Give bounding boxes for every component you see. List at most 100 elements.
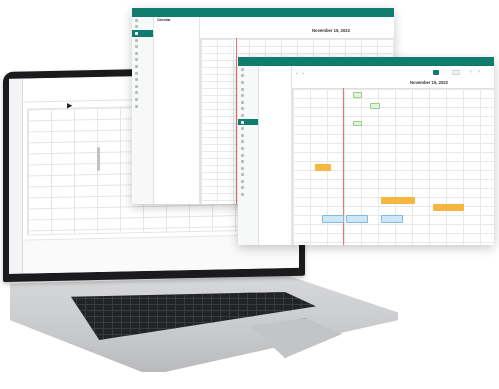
prev-arrow-icon[interactable]: ‹ [296, 71, 298, 77]
primary-action-button[interactable] [433, 70, 439, 75]
chevron-right-icon[interactable]: › [478, 69, 480, 75]
nav-icon [135, 71, 138, 75]
front-sidebar-item[interactable] [238, 132, 258, 139]
back-sidebar-item[interactable] [132, 70, 153, 77]
front-app-window: ‹ › ‹ › November 15, 2022 [238, 57, 494, 245]
front-sidebar-item[interactable] [238, 106, 258, 113]
front-sidebar-item[interactable] [238, 99, 258, 106]
nav-icon [241, 107, 244, 111]
front-sidebar-item[interactable] [238, 125, 258, 132]
back-sidebar-item[interactable] [132, 30, 153, 37]
nav-icon [241, 94, 244, 98]
back-date-title: November 15, 2022 [312, 28, 350, 33]
nav-icon [135, 104, 138, 108]
nav-icon [241, 67, 244, 71]
front-sidebar-item[interactable] [238, 178, 258, 185]
back-sidebar-item[interactable] [132, 24, 153, 31]
nav-icon [241, 186, 244, 190]
calendar-event[interactable] [433, 204, 464, 211]
next-arrow-icon[interactable]: › [302, 71, 304, 77]
calendar-event[interactable] [381, 215, 403, 223]
front-sidebar [238, 66, 259, 245]
front-sidebar-item[interactable] [238, 118, 258, 126]
front-filter-panel [259, 66, 292, 245]
front-sidebar-item[interactable] [238, 86, 258, 93]
mouse-cursor-icon: ▶ [67, 101, 73, 110]
nav-icon [241, 193, 244, 197]
front-sidebar-item[interactable] [238, 139, 258, 146]
laptop-base [10, 276, 398, 372]
back-sidebar-item[interactable] [132, 83, 153, 90]
back-sidebar-item[interactable] [132, 76, 153, 83]
back-sidebar-item[interactable] [132, 63, 153, 70]
nav-icon [241, 100, 244, 104]
back-sidebar-item[interactable] [132, 90, 153, 97]
chevron-left-icon[interactable]: ‹ [470, 69, 472, 75]
calendar-event[interactable] [346, 215, 368, 223]
back-sidebar-item[interactable] [132, 57, 153, 64]
front-sidebar-item[interactable] [238, 165, 258, 172]
nav-icon [135, 38, 138, 42]
front-sidebar-item[interactable] [238, 66, 258, 73]
front-sidebar-item[interactable] [238, 92, 258, 99]
today-button[interactable] [452, 70, 460, 75]
nav-icon [135, 58, 138, 62]
laptop-app-rail [9, 78, 23, 274]
nav-icon [135, 91, 138, 95]
nav-icon [241, 74, 244, 78]
front-filter-title [259, 66, 291, 72]
nav-icon [241, 160, 244, 164]
calendar-event[interactable] [353, 121, 362, 126]
back-filter-panel: Calendar [154, 17, 200, 204]
back-sidebar-item[interactable] [132, 103, 153, 110]
front-sidebar-item[interactable] [238, 152, 258, 159]
filter-row[interactable] [154, 53, 199, 59]
nav-icon [241, 127, 244, 131]
calendar-event[interactable] [353, 92, 362, 98]
nav-icon [135, 84, 138, 88]
nav-icon [241, 140, 244, 144]
back-sidebar [132, 17, 154, 204]
nav-icon [135, 64, 138, 68]
back-sidebar-item[interactable] [132, 50, 153, 57]
nav-icon [241, 173, 244, 177]
front-sidebar-item[interactable] [238, 112, 258, 119]
nav-icon [135, 31, 138, 35]
back-now-line [236, 38, 237, 204]
front-sidebar-item[interactable] [238, 73, 258, 80]
nav-icon [241, 87, 244, 91]
nav-icon [241, 120, 244, 124]
nav-icon [241, 113, 244, 117]
nav-icon [135, 25, 138, 29]
back-sidebar-item[interactable] [132, 37, 153, 44]
front-window-header [238, 57, 494, 66]
front-sidebar-item[interactable] [238, 191, 258, 198]
nav-icon [241, 153, 244, 157]
nav-icon [241, 133, 244, 137]
nav-icon [135, 78, 138, 82]
calendar-event[interactable] [322, 215, 344, 223]
nav-icon [241, 166, 244, 170]
front-sidebar-item[interactable] [238, 158, 258, 165]
nav-icon [135, 97, 138, 101]
nav-icon [241, 80, 244, 84]
front-date-title: November 15, 2022 [410, 80, 448, 85]
back-sidebar-item[interactable] [132, 43, 153, 50]
calendar-event[interactable] [381, 197, 415, 204]
front-sidebar-item[interactable] [238, 145, 258, 152]
back-sidebar-item[interactable] [132, 96, 153, 103]
nav-icon [241, 146, 244, 150]
front-sidebar-item[interactable] [238, 172, 258, 179]
back-sidebar-item[interactable] [132, 17, 153, 24]
calendar-event[interactable] [315, 164, 331, 171]
laptop-scrollbar[interactable] [97, 146, 100, 172]
front-sidebar-item[interactable] [238, 185, 258, 192]
back-window-header [132, 8, 394, 17]
front-sidebar-item[interactable] [238, 79, 258, 86]
nav-icon [135, 51, 138, 55]
nav-icon [135, 45, 138, 49]
nav-icon [241, 179, 244, 183]
product-hero: ▶ Calendar November 15, 2022 ‹ › ‹ › Nov… [0, 0, 499, 389]
calendar-event[interactable] [370, 103, 380, 109]
nav-icon [135, 18, 138, 22]
